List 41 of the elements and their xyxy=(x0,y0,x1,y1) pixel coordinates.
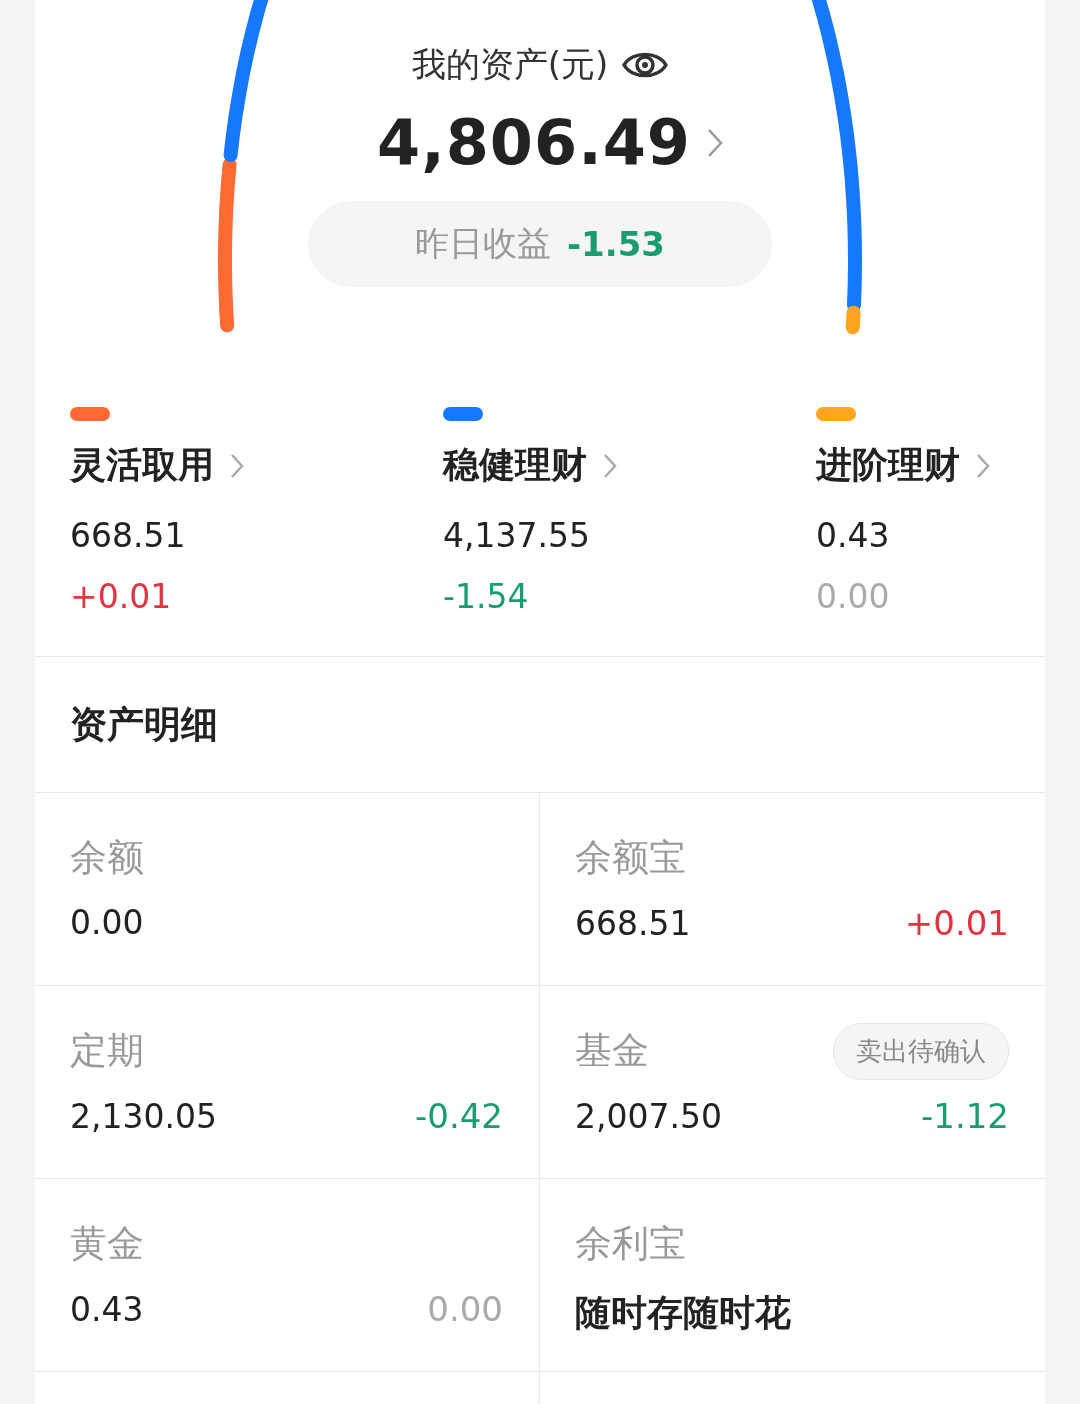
asset-label: 余额 xyxy=(70,835,144,881)
chevron-right-icon xyxy=(976,452,990,479)
asset-change: -0.42 xyxy=(415,1096,503,1136)
asset-cell[interactable]: 黄金 0.43 0.00 xyxy=(35,1179,540,1372)
asset-cell[interactable]: 余额 0.00 xyxy=(35,793,540,986)
category-change: +0.01 xyxy=(70,577,172,616)
asset-label: 基金 xyxy=(575,1028,649,1074)
asset-change: +0.01 xyxy=(904,903,1009,943)
asset-label: 黄金 xyxy=(70,1221,144,1267)
asset-amount: 0.43 xyxy=(70,1289,144,1329)
asset-amount: 2,130.05 xyxy=(70,1096,217,1136)
category-name[interactable]: 稳健理财 xyxy=(443,441,587,490)
status-badge: 卖出待确认 xyxy=(833,1022,1009,1080)
asset-cell[interactable]: 余额宝 668.51 +0.01 xyxy=(540,793,1045,986)
category-amount: 4,137.55 xyxy=(443,516,590,555)
category-change: 0.00 xyxy=(816,577,890,616)
asset-label: 余额宝 xyxy=(575,835,686,881)
asset-slogan: 随时存随时花 xyxy=(575,1291,791,1335)
category-name[interactable]: 灵活取用 xyxy=(70,441,214,490)
total-amount[interactable]: 4,806.49 xyxy=(377,106,691,179)
chevron-right-icon xyxy=(603,452,617,479)
asset-cell[interactable]: 余利宝 随时存随时花 xyxy=(540,1179,1045,1372)
yesterday-earnings-label: 昨日收益 xyxy=(415,222,551,265)
category-amount: 0.43 xyxy=(816,516,890,555)
asset-change: -1.12 xyxy=(921,1096,1009,1136)
category-name[interactable]: 进阶理财 xyxy=(816,441,960,490)
asset-label: 定期 xyxy=(70,1028,144,1074)
asset-amount: 0.00 xyxy=(70,903,144,942)
asset-amount: 2,007.50 xyxy=(575,1096,722,1136)
chevron-right-icon xyxy=(706,127,723,158)
category-amount: 668.51 xyxy=(70,516,186,555)
asset-change: 0.00 xyxy=(427,1289,503,1329)
asset-label: 余利宝 xyxy=(575,1221,686,1267)
asset-cell[interactable]: 定期 2,130.05 -0.42 xyxy=(35,986,540,1179)
asset-amount: 668.51 xyxy=(575,903,691,943)
category-change: -1.54 xyxy=(443,577,529,616)
assets-title: 我的资产(元) xyxy=(411,43,609,86)
section-title: 资产明细 xyxy=(70,701,218,748)
chevron-right-icon xyxy=(230,452,244,479)
asset-cell[interactable]: 基金 卖出待确认 2,007.50 -1.12 xyxy=(540,986,1045,1179)
yesterday-earnings-value: -1.53 xyxy=(567,224,665,264)
